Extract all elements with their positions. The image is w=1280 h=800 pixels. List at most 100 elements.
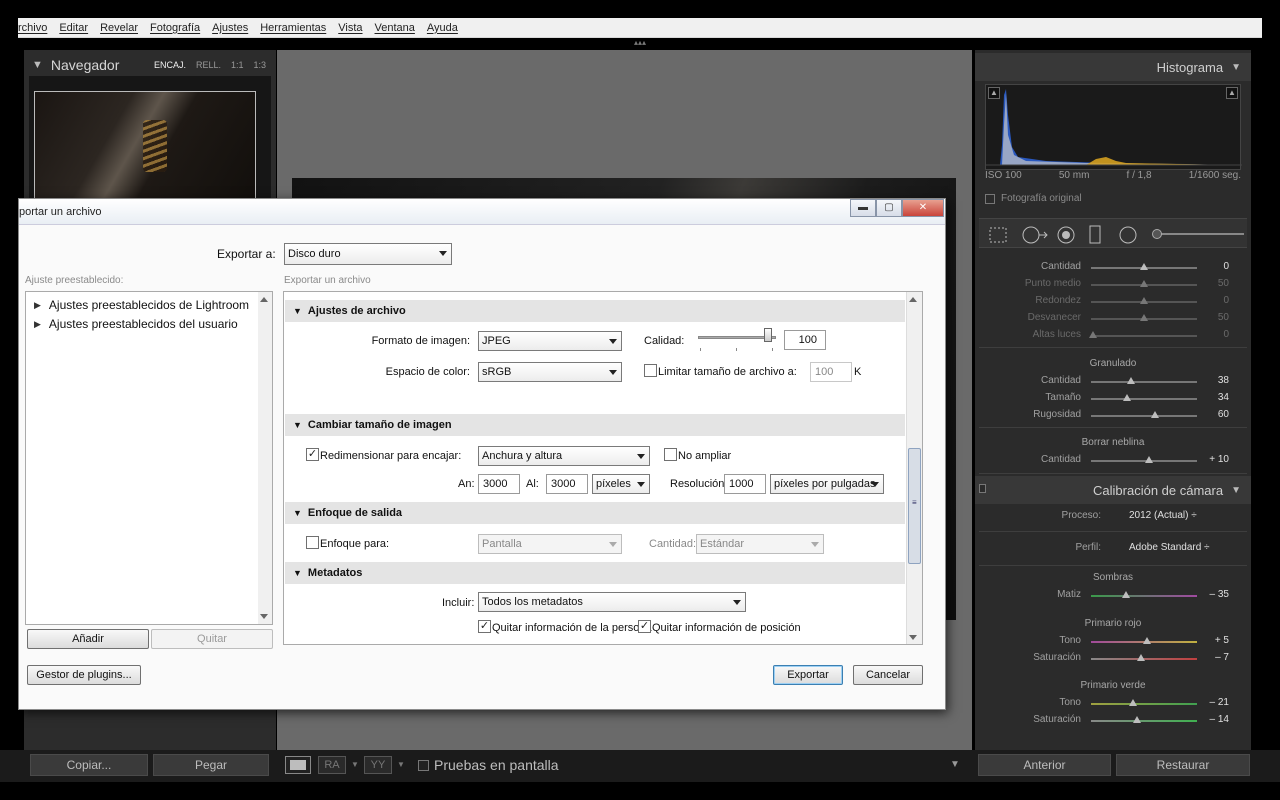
- zoom-fit[interactable]: ENCAJ.: [154, 60, 186, 70]
- slider-value[interactable]: 0: [1205, 295, 1229, 306]
- menu-tools[interactable]: Herramientas: [260, 22, 326, 34]
- slider-knob[interactable]: [1140, 314, 1148, 321]
- compare-view-icon[interactable]: RA: [318, 756, 346, 774]
- effects-midpoint-row[interactable]: Punto medio 50: [979, 277, 1247, 293]
- slider-track[interactable]: [1091, 703, 1197, 705]
- scroll-down-icon[interactable]: [260, 614, 268, 619]
- slider-knob[interactable]: [1140, 297, 1148, 304]
- effects-amount-row[interactable]: Cantidad 0: [979, 260, 1247, 276]
- zoom-fill[interactable]: RELL.: [196, 60, 221, 70]
- profile-select[interactable]: Adobe Standard ÷: [1129, 542, 1210, 553]
- soft-proofing-checkbox[interactable]: [418, 760, 429, 771]
- grain-amount-row[interactable]: Cantidad 38: [979, 374, 1247, 390]
- resolution-input[interactable]: 1000: [724, 474, 766, 494]
- preset-folder-user[interactable]: ▶ Ajustes preestablecidos del usuario: [34, 317, 238, 331]
- quality-slider-knob[interactable]: [764, 328, 772, 342]
- include-select[interactable]: Todos los metadatos: [478, 592, 746, 612]
- menu-settings[interactable]: Ajustes: [212, 22, 248, 34]
- collapse-triangle-icon[interactable]: ▼: [293, 508, 302, 518]
- sharpen-amount-select[interactable]: Estándar: [696, 534, 824, 554]
- menu-window[interactable]: Ventana: [375, 22, 415, 34]
- slider-knob[interactable]: [1145, 456, 1154, 463]
- slider-value[interactable]: – 14: [1205, 714, 1229, 725]
- copy-button[interactable]: Copiar...: [30, 754, 148, 776]
- slider-value[interactable]: – 21: [1205, 697, 1229, 708]
- brush-slider-track[interactable]: [1154, 233, 1244, 235]
- shadows-tint-row[interactable]: Matiz – 35: [979, 588, 1247, 604]
- expand-triangle-icon[interactable]: ▶: [34, 300, 41, 311]
- slider-track[interactable]: [1091, 398, 1197, 400]
- slider-knob[interactable]: [1140, 280, 1148, 287]
- slider-knob[interactable]: [1127, 377, 1136, 384]
- slider-knob[interactable]: [1089, 331, 1098, 338]
- format-select[interactable]: JPEG: [478, 331, 622, 351]
- grain-roughness-row[interactable]: Rugosidad 60: [979, 408, 1247, 424]
- red-saturation-row[interactable]: Saturación – 7: [979, 651, 1247, 667]
- highlight-clipping-icon[interactable]: ▲: [1226, 87, 1238, 99]
- dehaze-amount-row[interactable]: Cantidad + 10: [979, 453, 1247, 469]
- grain-size-row[interactable]: Tamaño 34: [979, 391, 1247, 407]
- slider-knob[interactable]: [1140, 263, 1148, 270]
- menu-develop[interactable]: Revelar: [100, 22, 138, 34]
- slider-value[interactable]: 50: [1205, 278, 1229, 289]
- minimize-icon[interactable]: ▬: [850, 199, 876, 217]
- slider-knob[interactable]: [1129, 699, 1138, 706]
- green-hue-row[interactable]: Tono – 21: [979, 696, 1247, 712]
- resize-checkbox[interactable]: ✓: [306, 448, 319, 461]
- collapse-triangle-icon[interactable]: ▼: [293, 420, 302, 430]
- slider-track[interactable]: [1091, 381, 1197, 383]
- remove-preset-button[interactable]: Quitar: [151, 629, 273, 649]
- plugin-manager-button[interactable]: Gestor de plugins...: [27, 665, 141, 685]
- no-enlarge-checkbox[interactable]: [664, 448, 677, 461]
- slider-value[interactable]: + 10: [1205, 454, 1229, 465]
- export-button[interactable]: Exportar: [773, 665, 843, 685]
- collapse-triangle-icon[interactable]: ▼: [293, 568, 302, 578]
- slider-track[interactable]: [1091, 595, 1197, 597]
- slider-track[interactable]: [1091, 335, 1197, 337]
- slider-value[interactable]: – 7: [1205, 652, 1229, 663]
- menu-help[interactable]: Ayuda: [427, 22, 458, 34]
- slider-value[interactable]: 50: [1205, 312, 1229, 323]
- maximize-icon[interactable]: ▢: [876, 199, 902, 217]
- menu-edit[interactable]: Editar: [59, 22, 88, 34]
- menu-view[interactable]: Vista: [338, 22, 362, 34]
- sharpen-checkbox[interactable]: [306, 536, 319, 549]
- shadow-clipping-icon[interactable]: ▲: [988, 87, 1000, 99]
- top-panel-toggle-icon[interactable]: ▴▴▴: [632, 39, 648, 47]
- effects-feather-row[interactable]: Desvanecer 50: [979, 311, 1247, 327]
- radial-filter-icon[interactable]: [1117, 225, 1139, 245]
- quality-input[interactable]: 100: [784, 330, 826, 350]
- original-photo-checkbox[interactable]: [985, 193, 995, 204]
- slider-value[interactable]: – 35: [1205, 589, 1229, 600]
- previous-button[interactable]: Anterior: [978, 754, 1111, 776]
- slider-knob[interactable]: [1123, 394, 1132, 401]
- loupe-view-icon[interactable]: [285, 756, 311, 774]
- histogram-header[interactable]: Histograma ▼: [975, 53, 1251, 81]
- effects-highlights-row[interactable]: Altas luces 0: [979, 328, 1247, 344]
- collapse-triangle-icon[interactable]: ▼: [1231, 62, 1241, 73]
- preset-folder-lightroom[interactable]: ▶ Ajustes preestablecidos de Lightroom: [34, 298, 249, 312]
- process-select[interactable]: 2012 (Actual) ÷: [1129, 510, 1197, 521]
- scroll-up-icon[interactable]: [909, 297, 917, 302]
- graduated-filter-icon[interactable]: [1087, 225, 1103, 245]
- toolbar-options-icon[interactable]: ▼: [950, 759, 960, 770]
- calibration-header[interactable]: Calibración de cámara ▼: [975, 476, 1251, 504]
- dialog-titlebar[interactable]: portar un archivo ▬ ▢ ✕: [19, 199, 945, 225]
- metadata-header[interactable]: ▼ Metadatos: [285, 562, 905, 584]
- scroll-up-icon[interactable]: [260, 297, 268, 302]
- collapse-triangle-icon[interactable]: ▼: [293, 306, 302, 316]
- sharpen-header[interactable]: ▼ Enfoque de salida: [285, 502, 905, 524]
- close-icon[interactable]: ✕: [902, 199, 944, 217]
- preset-tree[interactable]: ▶ Ajustes preestablecidos de Lightroom ▶…: [25, 291, 273, 625]
- resolution-unit-select[interactable]: píxeles por pulgadas: [770, 474, 884, 494]
- navigator-header[interactable]: ▼ Navegador ENCAJ. RELL. 1:1 1:3: [32, 54, 276, 76]
- remove-location-checkbox[interactable]: ✓: [638, 620, 651, 633]
- sharpen-target-select[interactable]: Pantalla: [478, 534, 622, 554]
- crop-icon[interactable]: [987, 225, 1011, 245]
- adjustment-brush-icon[interactable]: [1152, 229, 1162, 239]
- compare-dropdown-icon[interactable]: ▼: [351, 760, 359, 769]
- slider-knob[interactable]: [1143, 637, 1152, 644]
- unit-select[interactable]: píxeles: [592, 474, 650, 494]
- slider-value[interactable]: 60: [1205, 409, 1229, 420]
- red-hue-row[interactable]: Tono + 5: [979, 634, 1247, 650]
